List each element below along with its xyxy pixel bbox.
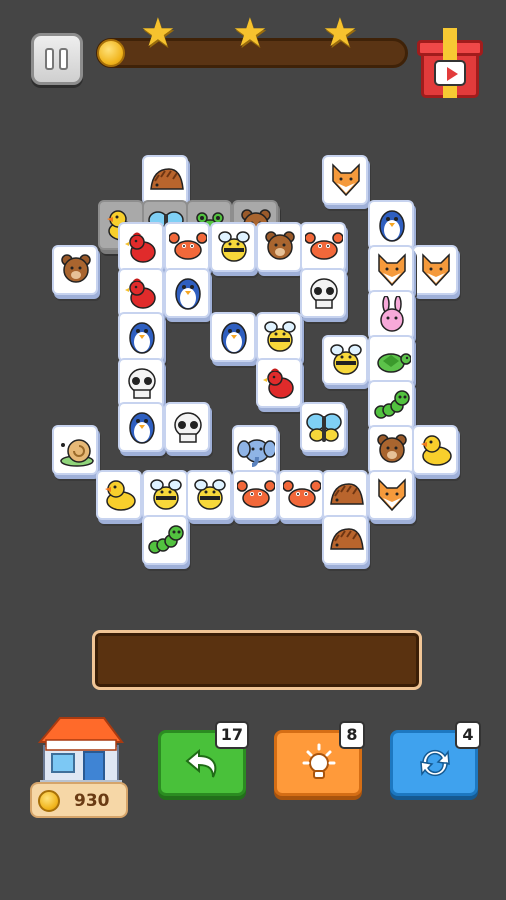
tile-tray	[92, 630, 422, 690]
tile-fox[interactable]	[368, 470, 414, 520]
tile-bee[interactable]	[186, 470, 232, 520]
tile-duck[interactable]	[412, 425, 458, 475]
coin-counter: 930	[30, 782, 128, 818]
tile-fox[interactable]	[368, 245, 414, 295]
caterpillar-icon	[374, 390, 410, 419]
bee-icon	[194, 479, 226, 510]
penguin-icon	[379, 210, 405, 242]
shuffle-icon	[420, 749, 450, 777]
caterpillar-icon	[148, 525, 184, 554]
lightbulb-icon	[302, 743, 336, 779]
tile-bee[interactable]	[256, 312, 302, 362]
hedgehog-icon	[330, 483, 364, 505]
rooster-icon	[125, 278, 156, 309]
rooster-icon	[263, 368, 294, 399]
undo-arrow-icon	[185, 748, 217, 778]
snail-icon	[60, 439, 94, 467]
penguin-icon	[129, 322, 155, 354]
tile-hedgehog[interactable]	[322, 515, 368, 565]
tile-hedgehog[interactable]	[142, 155, 188, 205]
undo-button[interactable]: 17	[158, 721, 249, 796]
tile-skull[interactable]	[164, 402, 210, 452]
tile-board	[0, 0, 506, 600]
bee-icon	[330, 344, 362, 375]
bear-icon	[61, 254, 91, 283]
tile-crab[interactable]	[278, 470, 324, 520]
skull-icon	[174, 412, 202, 443]
tile-duck[interactable]	[96, 470, 142, 520]
tile-bee[interactable]	[210, 222, 256, 272]
tile-bee[interactable]	[322, 335, 368, 385]
fox-icon	[378, 253, 406, 287]
shuffle-button[interactable]: 4	[390, 721, 481, 796]
hedgehog-icon	[330, 528, 364, 550]
tile-penguin[interactable]	[164, 268, 210, 318]
crab-icon	[305, 232, 343, 260]
tile-rooster[interactable]	[256, 358, 302, 408]
tile-crab[interactable]	[164, 222, 210, 272]
penguin-icon	[221, 322, 247, 354]
bee-icon	[218, 231, 250, 262]
tile-butterfly[interactable]	[300, 402, 346, 452]
tile-elephant[interactable]	[232, 425, 278, 475]
fox-icon	[332, 163, 360, 197]
tile-crab[interactable]	[300, 222, 346, 272]
hint-button[interactable]: 8	[274, 721, 365, 796]
rabbit-icon	[380, 296, 404, 332]
tile-skull[interactable]	[300, 268, 346, 318]
tile-skull[interactable]	[118, 358, 164, 408]
tile-bear[interactable]	[256, 222, 302, 272]
tile-penguin[interactable]	[118, 402, 164, 452]
undo-count-badge: 17	[214, 721, 249, 749]
rooster-icon	[125, 232, 156, 263]
bee-icon	[150, 479, 182, 510]
bear-icon	[265, 231, 295, 260]
butterfly-icon	[306, 413, 342, 442]
crab-icon	[237, 480, 275, 508]
hint-count-badge: 8	[339, 721, 365, 749]
duck-icon	[421, 435, 452, 466]
fox-icon	[422, 253, 450, 287]
tile-fox[interactable]	[412, 245, 458, 295]
tile-caterpillar[interactable]	[142, 515, 188, 565]
tile-fox[interactable]	[322, 155, 368, 205]
skull-icon	[128, 368, 156, 399]
bear-icon	[377, 434, 407, 463]
fox-icon	[378, 478, 406, 512]
coin-amount: 930	[74, 791, 110, 811]
tile-crab[interactable]	[232, 470, 278, 520]
tile-penguin[interactable]	[368, 200, 414, 250]
tile-hedgehog[interactable]	[322, 470, 368, 520]
tile-penguin[interactable]	[118, 312, 164, 362]
tile-turtle[interactable]	[368, 335, 414, 385]
shop-house-icon	[38, 717, 124, 786]
turtle-icon	[377, 353, 411, 373]
penguin-icon	[175, 278, 201, 310]
skull-icon	[310, 278, 338, 309]
elephant-icon	[237, 439, 275, 467]
bee-icon	[264, 321, 296, 352]
tile-bear[interactable]	[52, 245, 98, 295]
crab-icon	[283, 480, 321, 508]
tile-snail[interactable]	[52, 425, 98, 475]
duck-icon	[105, 480, 136, 511]
tile-bear[interactable]	[368, 425, 414, 475]
tile-rabbit[interactable]	[368, 290, 414, 340]
tile-bee[interactable]	[142, 470, 188, 520]
tile-rooster[interactable]	[118, 222, 164, 272]
shuffle-count-badge: 4	[455, 721, 481, 749]
coin-icon	[38, 790, 60, 812]
tile-penguin[interactable]	[210, 312, 256, 362]
tile-rooster[interactable]	[118, 268, 164, 318]
penguin-icon	[129, 412, 155, 444]
hedgehog-icon	[150, 168, 184, 190]
tile-caterpillar[interactable]	[368, 380, 414, 430]
crab-icon	[169, 232, 207, 260]
